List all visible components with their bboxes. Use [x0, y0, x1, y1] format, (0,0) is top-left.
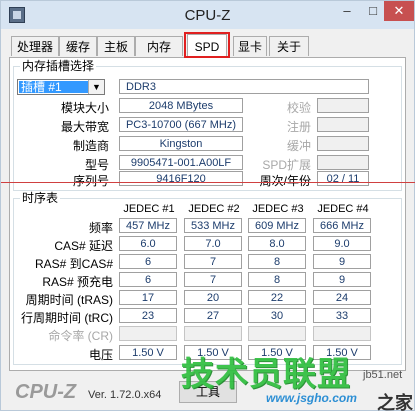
cpu-z-window: CPU-Z – □ ✕ 处理器 缓存 主板 内存 SPD 显卡 关于 内存插槽选…	[0, 0, 415, 413]
timing-cell: 666 MHz	[313, 218, 371, 233]
timing-cell: 20	[184, 290, 242, 305]
tab-cache[interactable]: 缓存	[59, 36, 97, 56]
timing-col-header: JEDEC #3	[252, 203, 304, 215]
timing-cell	[248, 326, 306, 341]
manufacturer-label: 制造商	[72, 139, 109, 153]
maximize-button[interactable]: □	[360, 1, 386, 21]
frequency-label: 频率	[88, 221, 113, 235]
timing-cell: 9.0	[313, 236, 371, 251]
part-number-label: 型号	[84, 158, 109, 172]
watermark-zhijia: 之家	[377, 393, 413, 413]
timing-cell: 9	[313, 254, 371, 269]
tab-processor[interactable]: 处理器	[11, 36, 59, 56]
timing-cell	[184, 326, 242, 341]
ras-precharge-label: RAS# 预充电	[42, 275, 113, 289]
tab-graphics[interactable]: 显卡	[233, 36, 267, 56]
timing-cell: 457 MHz	[119, 218, 177, 233]
timing-cell: 6	[119, 272, 177, 287]
registered-value	[317, 117, 369, 132]
slot-group-title: 内存插槽选择	[20, 59, 97, 73]
slot-dropdown-value: 插槽 #1	[19, 81, 89, 93]
timing-cell: 24	[313, 290, 371, 305]
spd-tab-highlight	[184, 32, 230, 58]
timing-cell	[119, 326, 177, 341]
spd-ext-value	[317, 155, 369, 170]
buffered-label: 缓冲	[286, 139, 311, 153]
ras-to-cas-label: RAS# 到CAS#	[34, 257, 113, 271]
command-rate-label: 命令率 (CR)	[48, 329, 113, 343]
timing-cell: 8.0	[248, 236, 306, 251]
cpu-z-logo: CPU-Z	[15, 381, 77, 403]
annotation-red-line	[1, 182, 415, 183]
close-button[interactable]: ✕	[384, 1, 414, 21]
timing-cell: 8	[248, 254, 306, 269]
memory-type-field: DDR3	[119, 79, 369, 94]
timing-cell: 7	[184, 272, 242, 287]
buffered-value	[317, 136, 369, 151]
correction-value	[317, 98, 369, 113]
timing-cell: 27	[184, 308, 242, 323]
tab-mainboard[interactable]: 主板	[97, 36, 135, 56]
version-text: Ver. 1.72.0.x64	[88, 389, 162, 401]
title-bar[interactable]: CPU-Z – □ ✕	[1, 1, 414, 29]
timing-cell: 9	[313, 272, 371, 287]
registered-label: 注册	[286, 120, 311, 134]
timing-cell: 7.0	[184, 236, 242, 251]
timing-cell: 7	[184, 254, 242, 269]
slot-dropdown[interactable]: 插槽 #1 ▼	[17, 79, 105, 95]
week-year-value: 02 / 11	[317, 171, 369, 186]
trc-label: 行周期时间 (tRC)	[21, 311, 113, 325]
voltage-label: 电压	[88, 348, 113, 362]
timing-cell: 8	[248, 272, 306, 287]
timing-cell	[313, 326, 371, 341]
watermark-site: www.jsgho.com	[266, 391, 357, 405]
timing-cell: 609 MHz	[248, 218, 306, 233]
timing-cell: 6.0	[119, 236, 177, 251]
watermark-jb51: jb51.net	[363, 369, 403, 381]
timing-cell: 30	[248, 308, 306, 323]
timing-cell: 33	[313, 308, 371, 323]
timing-col-header: JEDEC #2	[188, 203, 240, 215]
timing-cell: 17	[119, 290, 177, 305]
cas-latency-label: CAS# 延迟	[54, 239, 113, 253]
chevron-down-icon[interactable]: ▼	[88, 80, 104, 94]
tab-about[interactable]: 关于	[269, 36, 309, 56]
minimize-button[interactable]: –	[334, 1, 360, 21]
timing-cell: 533 MHz	[184, 218, 242, 233]
tras-label: 周期时间 (tRAS)	[25, 293, 113, 307]
timing-cell: 22	[248, 290, 306, 305]
timings-group-title: 时序表	[20, 191, 61, 205]
serial-number-label: 序列号	[72, 174, 109, 188]
week-year-label: 周次/年份	[259, 174, 311, 188]
max-bandwidth-label: 最大带宽	[60, 120, 109, 134]
correction-label: 校验	[286, 101, 311, 115]
timing-col-header: JEDEC #1	[123, 203, 175, 215]
timing-cell: 23	[119, 308, 177, 323]
timing-cell: 1.50 V	[119, 345, 177, 360]
timing-col-header: JEDEC #4	[317, 203, 369, 215]
timing-cell: 6	[119, 254, 177, 269]
tab-memory[interactable]: 内存	[135, 36, 183, 56]
module-size-label: 模块大小	[60, 101, 109, 115]
watermark-text: 技术员联盟	[181, 355, 351, 392]
